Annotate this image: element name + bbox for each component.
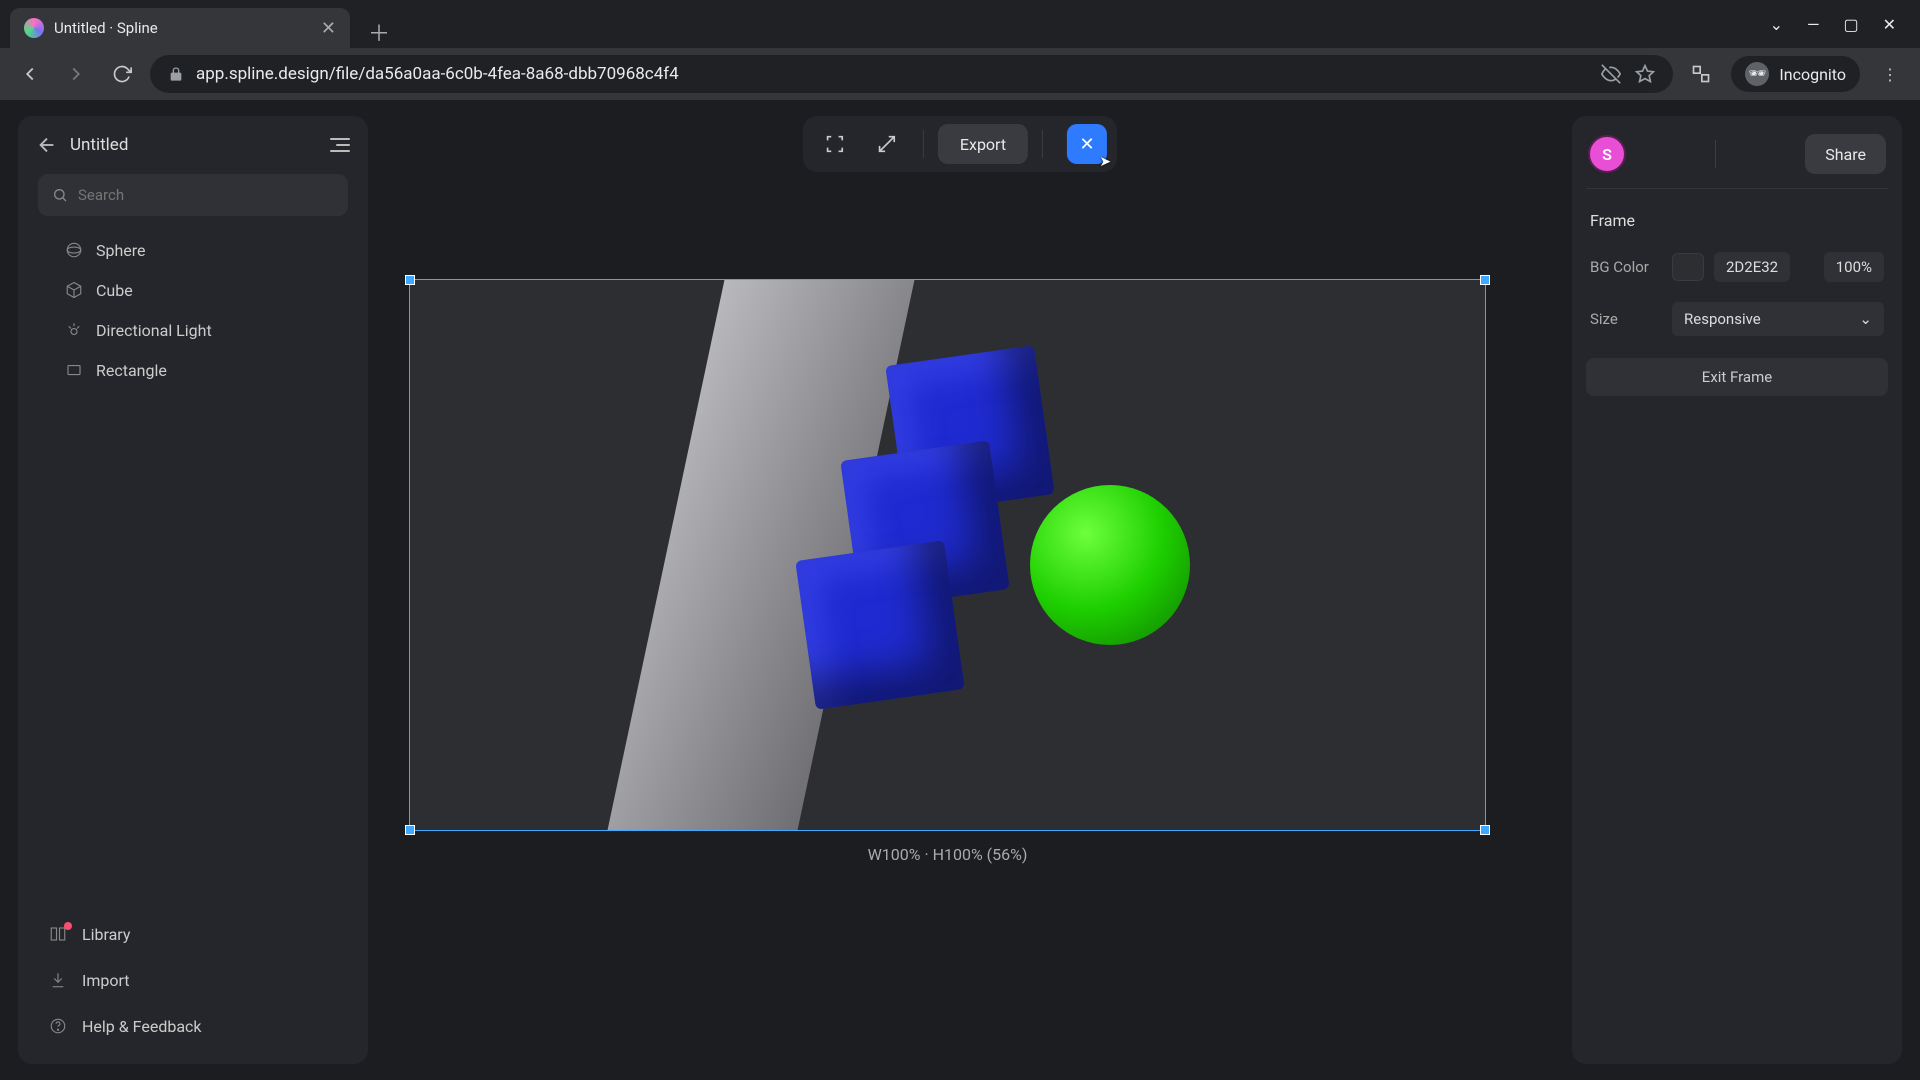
help-icon [48,1016,68,1036]
new-tab-button[interactable]: ＋ [350,16,408,48]
frame-section-title: Frame [1586,201,1888,236]
layer-item-rectangle[interactable]: Rectangle [34,350,352,390]
minimize-icon[interactable]: — [1807,15,1820,34]
resize-handle-bl[interactable] [405,825,415,835]
right-panel: S Share Frame BG Color 2D2E32 100% Size … [1572,116,1902,1064]
help-label: Help & Feedback [82,1017,202,1036]
forward-button[interactable] [58,56,94,92]
frame-fit-icon[interactable] [813,124,857,164]
layer-item-sphere[interactable]: Sphere [34,230,352,270]
exit-frame-button[interactable]: Exit Frame [1586,358,1888,396]
layer-label: Directional Light [96,321,212,340]
import-button[interactable]: Import [36,960,350,1000]
play-toolbar: Export ✕ ➤ [803,116,1117,172]
import-label: Import [82,971,130,990]
incognito-icon: 🕶 [1745,62,1769,86]
user-avatar[interactable]: S [1588,135,1626,173]
back-button[interactable] [12,56,48,92]
bg-color-swatch[interactable] [1672,253,1704,281]
avatar-initial: S [1602,145,1612,164]
layer-label: Cube [96,281,133,300]
search-icon [52,187,68,203]
share-label: Share [1825,145,1866,164]
url-input[interactable]: app.spline.design/file/da56a0aa-6c0b-4fe… [150,55,1673,93]
browser-tab[interactable]: Untitled · Spline ✕ [10,8,350,48]
import-icon [48,970,68,990]
size-select[interactable]: Responsive ⌄ [1672,302,1884,336]
layer-label: Sphere [96,241,146,260]
layer-item-cube[interactable]: Cube [34,270,352,310]
close-window-icon[interactable]: ✕ [1883,15,1896,34]
cursor-icon: ➤ [1099,154,1111,170]
light-icon [64,320,84,340]
browser-tab-strip: Untitled · Spline ✕ ＋ ⌄ — ▢ ✕ [0,0,1920,48]
size-row: Size Responsive ⌄ [1586,298,1888,340]
canvas-area[interactable]: W100% · H100% (56%) [400,200,1550,1040]
left-panel: Untitled Sphere Cube Directional Light [18,116,368,1064]
document-title[interactable]: Untitled [70,135,318,155]
chevron-down-icon[interactable]: ⌄ [1770,15,1783,34]
toolbar-separator [923,130,924,158]
size-label: Size [1590,310,1662,328]
frame-viewport[interactable]: W100% · H100% (56%) [410,280,1485,830]
layer-list: Sphere Cube Directional Light Rectangle [30,226,356,906]
toolbar-separator [1042,130,1043,158]
url-text: app.spline.design/file/da56a0aa-6c0b-4fe… [196,64,679,84]
incognito-indicator[interactable]: 🕶 Incognito [1731,56,1860,92]
reload-button[interactable] [104,56,140,92]
exit-frame-label: Exit Frame [1702,368,1772,386]
spline-favicon [24,18,44,38]
star-icon[interactable] [1635,64,1655,84]
window-controls: ⌄ — ▢ ✕ [1746,0,1920,48]
library-button[interactable]: Library [36,914,350,954]
export-button[interactable]: Export [938,124,1028,164]
bg-color-hex[interactable]: 2D2E32 [1714,252,1790,282]
close-play-button[interactable]: ✕ ➤ [1067,124,1107,164]
lock-icon [168,66,184,82]
bg-color-label: BG Color [1590,258,1662,276]
maximize-icon[interactable]: ▢ [1843,15,1858,34]
incognito-label: Incognito [1779,65,1846,84]
separator [1715,140,1716,168]
sphere-object[interactable] [1030,485,1190,645]
layer-item-light[interactable]: Directional Light [34,310,352,350]
export-label: Export [960,135,1006,154]
kebab-menu-icon[interactable]: ⋮ [1872,56,1908,92]
browser-address-bar: app.spline.design/file/da56a0aa-6c0b-4fe… [0,48,1920,100]
sphere-icon [64,240,84,260]
size-value: Responsive [1684,310,1761,328]
layer-search[interactable] [38,174,348,216]
rectangle-icon [64,360,84,380]
bg-color-opacity[interactable]: 100% [1824,252,1884,282]
layer-label: Rectangle [96,361,167,380]
tab-title: Untitled · Spline [54,19,311,37]
tab-close-icon[interactable]: ✕ [321,18,336,39]
frame-dimensions-label: W100% · H100% (56%) [868,845,1028,864]
help-button[interactable]: Help & Feedback [36,1006,350,1046]
expand-icon[interactable] [865,124,909,164]
bg-color-row: BG Color 2D2E32 100% [1586,248,1888,286]
resize-handle-tr[interactable] [1480,275,1490,285]
extensions-icon[interactable] [1683,56,1719,92]
resize-handle-br[interactable] [1480,825,1490,835]
resize-handle-tl[interactable] [405,275,415,285]
search-input[interactable] [78,186,334,204]
library-icon [48,924,68,944]
hamburger-menu-icon[interactable] [330,138,350,152]
cube-face [795,540,964,709]
share-button[interactable]: Share [1805,134,1886,174]
library-label: Library [82,925,130,944]
chevron-down-icon: ⌄ [1859,310,1872,328]
app-root: Untitled Sphere Cube Directional Light [0,100,1920,1080]
back-arrow-icon[interactable] [36,134,58,156]
eye-off-icon[interactable] [1601,64,1621,84]
cube-icon [64,280,84,300]
